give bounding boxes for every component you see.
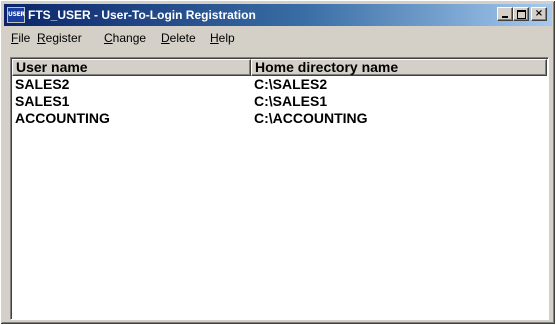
menu-register[interactable]: Register: [37, 28, 82, 48]
app-window: USER FTS_USER - User-To-Login Registrati…: [0, 0, 556, 325]
column-header-home-directory[interactable]: Home directory name: [251, 59, 547, 76]
menu-change-accel: C: [104, 31, 113, 45]
window-title: FTS_USER - User-To-Login Registration: [28, 8, 256, 22]
maximize-icon: [517, 10, 526, 19]
menu-help-accel: H: [210, 31, 219, 45]
user-name-cell: SALES1: [15, 93, 70, 109]
user-name-cell: SALES2: [15, 76, 70, 92]
menu-change-label: hange: [112, 31, 147, 45]
minimize-icon: [502, 16, 508, 18]
minimize-button[interactable]: [497, 7, 513, 21]
menu-delete[interactable]: Delete: [161, 28, 196, 48]
menu-file-label: ile: [18, 31, 31, 45]
list-rows: SALES2 C:\SALES2 SALES1 C:\SALES1 ACCOUN…: [12, 76, 547, 127]
close-icon: ×: [534, 8, 544, 19]
menu-register-accel: R: [37, 31, 46, 45]
menu-file[interactable]: File: [11, 28, 30, 48]
menu-register-label: egister: [45, 31, 82, 45]
menu-help-label: elp: [218, 31, 235, 45]
home-directory-cell: C:\ACCOUNTING: [254, 110, 368, 126]
list-item[interactable]: SALES2 C:\SALES2: [12, 76, 547, 93]
menu-delete-label: elete: [169, 31, 196, 45]
menu-help[interactable]: Help: [210, 28, 235, 48]
user-list[interactable]: User name Home directory name SALES2 C:\…: [10, 57, 549, 320]
menu-delete-accel: D: [161, 31, 170, 45]
column-header-user-name[interactable]: User name: [12, 59, 251, 76]
app-icon[interactable]: USER: [7, 7, 25, 23]
menu-bar: File Register Change Delete Help: [4, 28, 552, 48]
list-item[interactable]: ACCOUNTING C:\ACCOUNTING: [12, 110, 547, 127]
close-button[interactable]: ×: [531, 7, 547, 21]
list-header: User name Home directory name: [12, 59, 547, 76]
home-directory-cell: C:\SALES2: [254, 76, 328, 92]
list-item[interactable]: SALES1 C:\SALES1: [12, 93, 547, 110]
home-directory-cell: C:\SALES1: [254, 93, 328, 109]
maximize-button[interactable]: [513, 7, 529, 21]
title-bar[interactable]: USER FTS_USER - User-To-Login Registrati…: [4, 4, 552, 26]
user-name-cell: ACCOUNTING: [15, 110, 110, 126]
menu-change[interactable]: Change: [104, 28, 146, 48]
